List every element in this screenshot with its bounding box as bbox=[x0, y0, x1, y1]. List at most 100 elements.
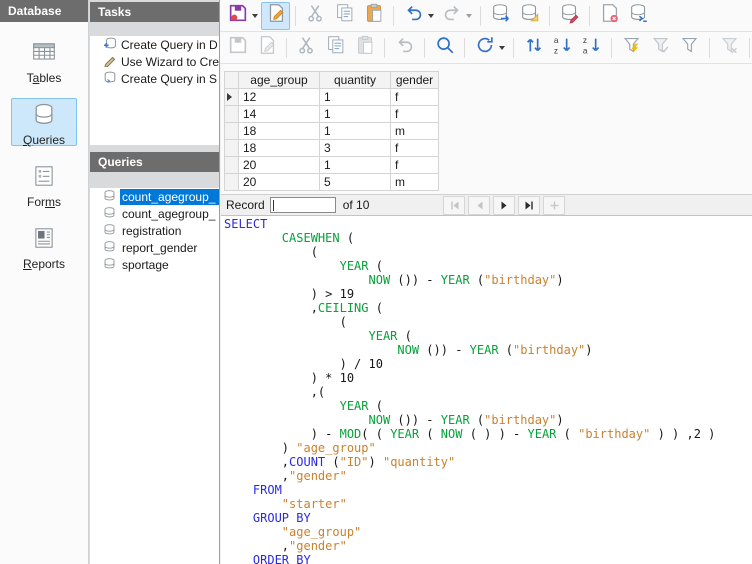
query-list-item[interactable]: count_agegroup_ bbox=[103, 188, 220, 205]
sidebar-item-queries[interactable]: Queries bbox=[0, 98, 88, 146]
table-icon bbox=[31, 39, 57, 70]
run-query-button[interactable] bbox=[486, 2, 515, 30]
task-label: Use Wizard to Cre bbox=[121, 55, 219, 69]
table-cell[interactable]: 12 bbox=[239, 89, 320, 106]
edit-data-button[interactable] bbox=[252, 34, 281, 62]
refresh-dropdown-arrow[interactable] bbox=[499, 46, 505, 50]
undo-button[interactable] bbox=[399, 2, 428, 30]
paste-record-button[interactable] bbox=[350, 34, 379, 62]
row-header-cell[interactable] bbox=[225, 174, 239, 191]
standard-filter-button[interactable] bbox=[675, 34, 704, 62]
sidebar-item-tables[interactable]: Tables bbox=[0, 36, 88, 84]
separator bbox=[611, 38, 612, 58]
reports-icon-box: Reports bbox=[11, 222, 77, 270]
undo-icon bbox=[394, 34, 416, 61]
table-cell[interactable]: 20 bbox=[239, 174, 320, 191]
save-record-button[interactable] bbox=[223, 34, 252, 62]
sql-pane: SELECT CASEWHEN ( ( YEAR ( NOW ()) - YEA… bbox=[221, 215, 752, 564]
table-data-toolbar: a z z a bbox=[220, 32, 752, 64]
paste-button[interactable] bbox=[359, 2, 388, 30]
row-header-cell[interactable] bbox=[225, 123, 239, 140]
sort-button[interactable] bbox=[519, 34, 548, 62]
table-cell[interactable]: m bbox=[391, 174, 439, 191]
save-button[interactable] bbox=[223, 2, 252, 30]
apply-filter-button[interactable] bbox=[646, 34, 675, 62]
search-icon bbox=[434, 34, 456, 61]
row-header-cell[interactable] bbox=[225, 140, 239, 157]
undo-data-button[interactable] bbox=[390, 34, 419, 62]
redo-dropdown-arrow[interactable] bbox=[466, 14, 472, 18]
column-header-age_group[interactable]: age_group bbox=[239, 72, 320, 89]
query-design-button[interactable] bbox=[515, 2, 544, 30]
row-header-cell[interactable] bbox=[225, 106, 239, 123]
table-cell[interactable]: f bbox=[391, 140, 439, 157]
edit-mode-button[interactable] bbox=[261, 2, 290, 30]
refresh-button[interactable] bbox=[470, 34, 499, 62]
text-caret bbox=[273, 200, 274, 211]
table-corner-cell[interactable] bbox=[225, 72, 239, 89]
sort-ascending-icon: a z bbox=[552, 34, 574, 61]
column-header-gender[interactable]: gender bbox=[391, 72, 439, 89]
last-record-button[interactable] bbox=[518, 196, 540, 215]
table-cell[interactable]: 3 bbox=[320, 140, 391, 157]
sort-descending-icon: z a bbox=[581, 34, 603, 61]
table-cell[interactable]: m bbox=[391, 123, 439, 140]
edit-query-icon bbox=[559, 2, 581, 29]
task-create-query-sql[interactable]: Create Query in S bbox=[103, 70, 220, 87]
row-header-cell[interactable] bbox=[225, 89, 239, 106]
find-record-button[interactable] bbox=[430, 34, 459, 62]
task-use-wizard[interactable]: Use Wizard to Cre bbox=[103, 53, 220, 70]
task-create-query-design[interactable]: Create Query in D bbox=[103, 36, 220, 53]
query-list-item[interactable]: report_gender bbox=[103, 239, 220, 256]
table-cell[interactable]: 1 bbox=[320, 89, 391, 106]
table-cell[interactable]: 20 bbox=[239, 157, 320, 174]
query-list-item[interactable]: count_agegroup_ bbox=[103, 205, 220, 222]
column-header-quantity[interactable]: quantity bbox=[320, 72, 391, 89]
clear-query-button[interactable] bbox=[595, 2, 624, 30]
autofilter-button[interactable] bbox=[617, 34, 646, 62]
table-cell[interactable]: 1 bbox=[320, 157, 391, 174]
sort-descending-button[interactable]: z a bbox=[577, 34, 606, 62]
record-number-input[interactable] bbox=[270, 197, 336, 213]
sql-line: ) > 19 bbox=[224, 287, 752, 301]
table-cell[interactable]: 1 bbox=[320, 106, 391, 123]
table-cell[interactable]: 18 bbox=[239, 123, 320, 140]
table-cell[interactable]: 14 bbox=[239, 106, 320, 123]
next-record-button[interactable] bbox=[493, 196, 515, 215]
sql-editor[interactable]: SELECT CASEWHEN ( ( YEAR ( NOW ()) - YEA… bbox=[221, 216, 752, 564]
table-cell[interactable]: f bbox=[391, 106, 439, 123]
table-cell[interactable]: 5 bbox=[320, 174, 391, 191]
table-row: 183f bbox=[225, 140, 439, 157]
first-record-button[interactable] bbox=[443, 196, 465, 215]
copy-record-button[interactable] bbox=[321, 34, 350, 62]
save-icon bbox=[227, 2, 249, 29]
new-record-button[interactable] bbox=[543, 196, 565, 215]
row-header-cell[interactable] bbox=[225, 157, 239, 174]
query-list-item[interactable]: sportage bbox=[103, 256, 220, 273]
query-list-item[interactable]: registration bbox=[103, 222, 220, 239]
sidebar-item-forms[interactable]: Forms bbox=[0, 160, 88, 208]
cut-button[interactable] bbox=[301, 2, 330, 30]
table-cell[interactable]: 18 bbox=[239, 140, 320, 157]
sql-view-button[interactable] bbox=[624, 2, 653, 30]
table-cell[interactable]: f bbox=[391, 89, 439, 106]
copy-button[interactable] bbox=[330, 2, 359, 30]
separator bbox=[424, 38, 425, 58]
table-cell[interactable]: f bbox=[391, 157, 439, 174]
sort-ascending-button[interactable]: a z bbox=[548, 34, 577, 62]
reset-filter-button[interactable] bbox=[715, 34, 744, 62]
sidebar-header: Database bbox=[0, 0, 88, 22]
save-dropdown-arrow[interactable] bbox=[252, 14, 258, 18]
result-table: age_groupquantitygender 121f141f181m183f… bbox=[224, 71, 439, 191]
database-icon bbox=[31, 101, 57, 132]
redo-button[interactable] bbox=[437, 2, 466, 30]
table-cell[interactable]: 1 bbox=[320, 123, 391, 140]
undo-dropdown-arrow[interactable] bbox=[428, 14, 434, 18]
separator bbox=[589, 6, 590, 26]
edit-query-button[interactable] bbox=[555, 2, 584, 30]
sidebar-item-reports[interactable]: Reports bbox=[0, 222, 88, 270]
sql-line: "starter" bbox=[224, 497, 752, 511]
table-row: 201f bbox=[225, 157, 439, 174]
previous-record-button[interactable] bbox=[468, 196, 490, 215]
cut-record-button[interactable] bbox=[292, 34, 321, 62]
